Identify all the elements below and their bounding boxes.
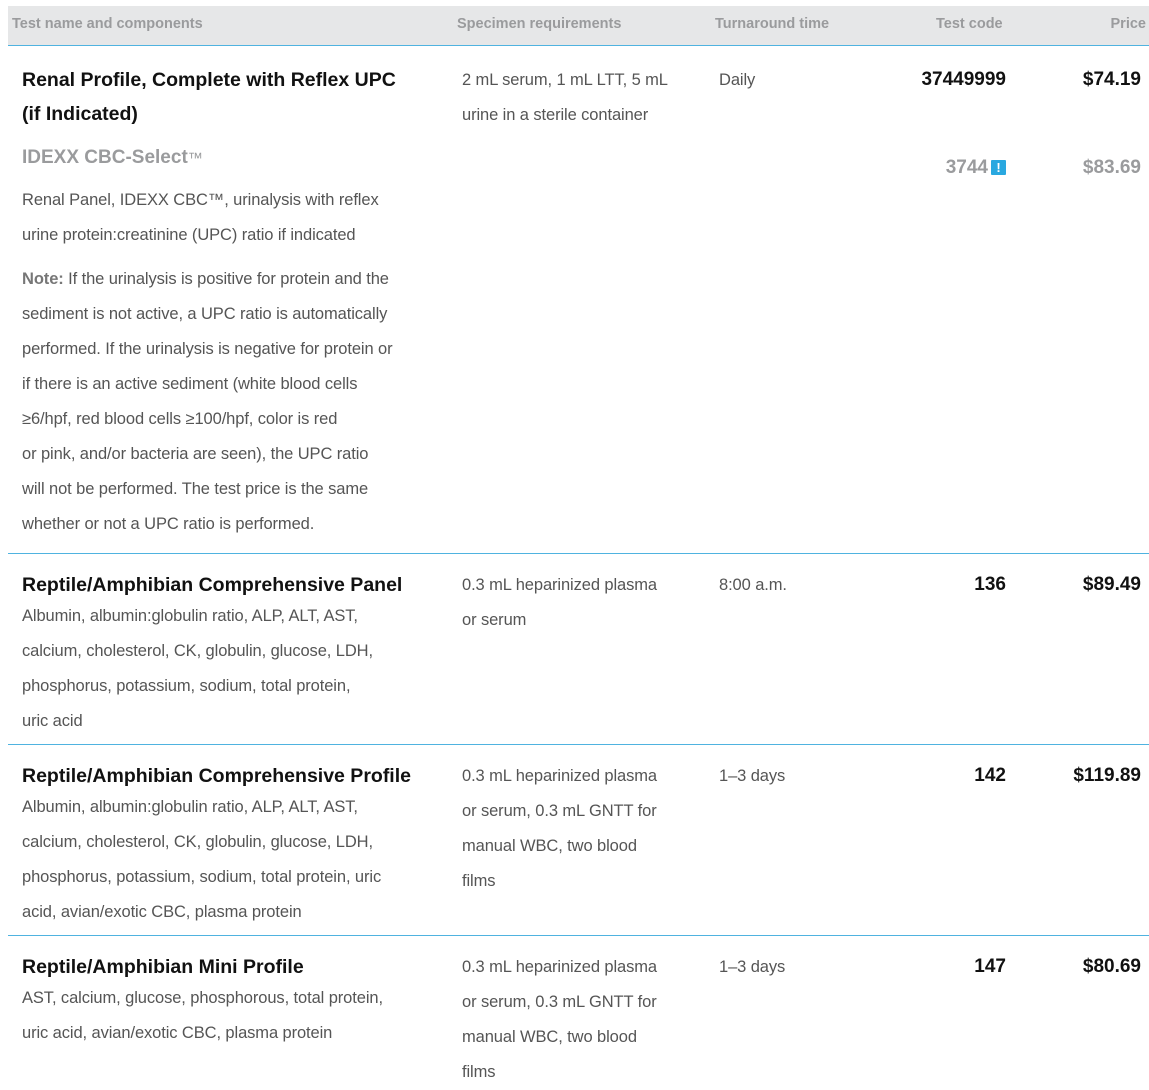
test-code-cell: 142 [974, 765, 1006, 786]
turnaround-cell: Daily [719, 71, 756, 89]
variant-code-cell: 3744! [878, 151, 1006, 185]
header-price: Price [1110, 16, 1146, 32]
price-cell: $74.19 [1082, 69, 1141, 90]
header-test-name: Test name and components [12, 16, 203, 32]
test-code-cell: 37449999 [921, 69, 1006, 90]
test-title: Reptile/Amphibian Comprehensive Profile [22, 765, 411, 787]
variant-title: IDEXX CBC-Select™ [22, 147, 203, 168]
test-name-cell: Reptile/Amphibian Comprehensive Panel Al… [22, 568, 442, 739]
note-label: Note: [22, 270, 64, 288]
specimen-cell: 0.3 mL heparinized plasma or serum [462, 576, 658, 629]
test-name-cell: Reptile/Amphibian Mini Profile AST, calc… [22, 950, 442, 1051]
test-code-cell: 147 [974, 956, 1006, 977]
test-components: Albumin, albumin:globulin ratio, ALP, AL… [22, 607, 373, 730]
test-title: Reptile/Amphibian Comprehensive Panel [22, 574, 403, 596]
table-row: Reptile/Amphibian Comprehensive Panel Al… [8, 554, 1149, 745]
specimen-cell: 2 mL serum, 1 mL LTT, 5 mL urine in a st… [462, 71, 668, 124]
price-cell: $89.49 [1082, 574, 1141, 595]
turnaround-cell: 8:00 a.m. [719, 576, 787, 594]
turnaround-cell: 1–3 days [719, 767, 786, 785]
test-components: Albumin, albumin:globulin ratio, ALP, AL… [22, 798, 382, 921]
table-row: Renal Profile, Complete with Reflex UPC … [8, 53, 1149, 554]
turnaround-cell: 1–3 days [719, 958, 786, 976]
table-row: Reptile/Amphibian Mini Profile AST, calc… [8, 936, 1149, 1081]
price-cell: $80.69 [1082, 956, 1141, 977]
header-test-code: Test code [936, 16, 1003, 32]
specimen-cell: 0.3 mL heparinized plasma or serum, 0.3 … [462, 958, 658, 1081]
table-row: Reptile/Amphibian Comprehensive Profile … [8, 745, 1149, 936]
exclamation-icon: ! [991, 160, 1006, 175]
test-note: Note: If the urinalysis is positive for … [22, 270, 393, 533]
header-turnaround: Turnaround time [715, 16, 830, 32]
test-components: Renal Panel, IDEXX CBC™, urinalysis with… [22, 191, 379, 244]
test-name-cell: Renal Profile, Complete with Reflex UPC … [22, 63, 442, 542]
header-specimen: Specimen requirements [457, 16, 622, 32]
price-cell: $119.89 [1073, 765, 1141, 786]
test-title: Renal Profile, Complete with Reflex UPC … [22, 69, 396, 125]
specimen-cell: 0.3 mL heparinized plasma or serum, 0.3 … [462, 767, 658, 890]
test-title: Reptile/Amphibian Mini Profile [22, 956, 304, 978]
variant-price-cell: $83.69 [1082, 157, 1141, 178]
test-name-cell: Reptile/Amphibian Comprehensive Profile … [22, 759, 442, 930]
test-components: AST, calcium, glucose, phosphorous, tota… [22, 989, 383, 1042]
test-code-cell: 136 [974, 574, 1006, 595]
table-header: Test name and components Specimen requir… [8, 6, 1149, 46]
